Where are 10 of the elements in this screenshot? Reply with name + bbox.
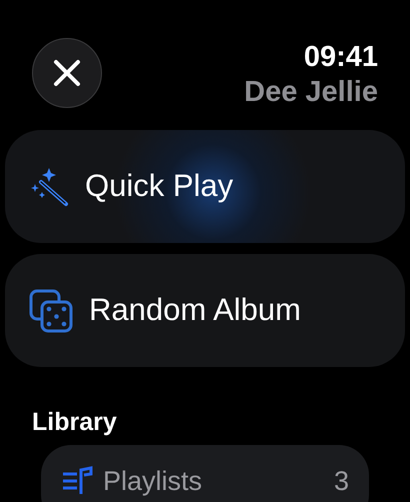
dice-icon — [29, 288, 73, 332]
section-title: Library — [32, 407, 118, 437]
action-card[interactable]: Quick Play — [5, 130, 405, 243]
action-card[interactable]: Random Album — [5, 254, 405, 367]
close-icon — [53, 59, 81, 87]
user-name: Dee Jellie — [244, 75, 378, 110]
clock-time: 09:41 — [304, 40, 378, 74]
library-item[interactable]: Playlists 3 — [41, 445, 369, 502]
playlist-icon — [61, 466, 95, 496]
magic-wand-icon — [29, 166, 69, 206]
